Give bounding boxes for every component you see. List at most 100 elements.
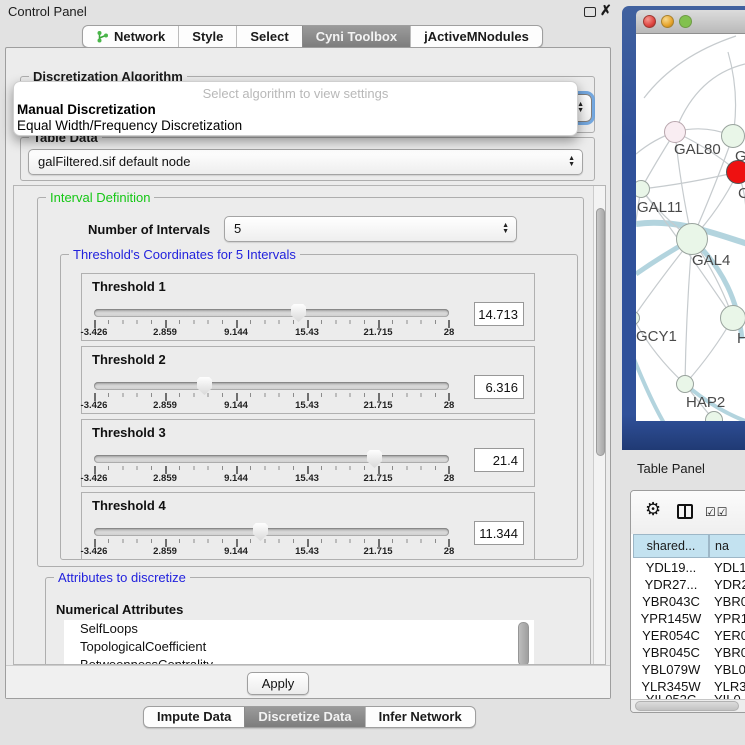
select-columns-icon[interactable]: ☑☑ xyxy=(705,505,729,519)
list-item[interactable]: BetweennessCentrality xyxy=(64,656,534,665)
gear-icon[interactable]: ⚙ xyxy=(645,499,661,520)
numerical-attributes-list: SelfLoops TopologicalCoefficient Between… xyxy=(64,620,534,665)
threshold-coordinates-group: Threshold's Coordinates for 5 Intervals … xyxy=(60,254,578,560)
threshold-3-value-field[interactable]: 21.4 xyxy=(474,448,524,472)
threshold-coordinates-group-title: Threshold's Coordinates for 5 Intervals xyxy=(69,247,300,262)
bottom-tab-bar: Impute Data Discretize Data Infer Networ… xyxy=(143,706,476,728)
number-of-intervals-label: Number of Intervals xyxy=(88,222,210,237)
threshold-4-panel: Threshold 4 -3.4262.8599.14415.4321.7152… xyxy=(81,492,535,560)
tab-discretize-data[interactable]: Discretize Data xyxy=(244,707,364,727)
node-hap2[interactable] xyxy=(676,375,694,393)
threshold-2-value-field[interactable]: 6.316 xyxy=(474,375,524,399)
number-of-intervals-value: 5 xyxy=(234,221,241,236)
interval-definition-group-title: Interval Definition xyxy=(46,190,154,205)
tab-discretize-data-label: Discretize Data xyxy=(258,707,351,727)
table-cell[interactable]: YDR27... xyxy=(633,576,709,593)
table-cell[interactable]: YPR1 xyxy=(714,610,745,627)
node-ga[interactable] xyxy=(721,124,745,148)
threshold-1-value-field[interactable]: 14.713 xyxy=(474,302,524,326)
screenshot-root: Control Panel ✗ Network Style Select Cyn… xyxy=(0,0,745,745)
top-tab-bar: Network Style Select Cyni Toolbox jActiv… xyxy=(82,25,543,48)
settings-scrollpane: Interval Definition Number of Intervals … xyxy=(13,185,606,665)
table-panel: ⚙ ☑☑ shared... na YDL19...YDL1 YDR27...Y… xyxy=(630,490,745,713)
tab-network[interactable]: Network xyxy=(83,26,178,47)
number-of-intervals-combobox[interactable]: 5 ▲▼ xyxy=(224,216,517,242)
table-panel-title: Table Panel xyxy=(637,461,705,476)
zoom-traffic-light-icon[interactable] xyxy=(679,15,692,28)
threshold-1-slider[interactable]: -3.4262.8599.14415.4321.71528 xyxy=(94,274,450,342)
stepper-icon: ▲▼ xyxy=(568,156,575,168)
node-label-gal4: GAL4 xyxy=(692,252,730,269)
tab-cyni-toolbox[interactable]: Cyni Toolbox xyxy=(302,26,410,47)
table-cell[interactable]: YDL19... xyxy=(633,559,709,576)
close-panel-icon[interactable]: ✗ xyxy=(600,2,612,19)
threshold-4-slider[interactable]: -3.4262.8599.14415.4321.71528 xyxy=(94,493,450,561)
table-cell[interactable]: YBR0 xyxy=(714,644,745,661)
list-item[interactable]: TopologicalCoefficient xyxy=(64,638,534,656)
attributes-to-discretize-group: Attributes to discretize Numerical Attri… xyxy=(45,577,591,665)
table-cell[interactable]: YPR145W xyxy=(633,610,709,627)
list-item[interactable]: SelfLoops xyxy=(64,620,534,638)
node-label-ga: GA xyxy=(735,148,745,165)
stepper-icon: ▲▼ xyxy=(577,102,584,114)
node-label-h: H xyxy=(737,330,745,347)
column-header-name[interactable]: na xyxy=(709,534,745,558)
tab-impute-data-label: Impute Data xyxy=(157,707,231,727)
threshold-3-slider[interactable]: -3.4262.8599.14415.4321.71528 xyxy=(94,420,450,488)
numerical-attributes-label: Numerical Attributes xyxy=(56,602,183,617)
tab-jactivemnodules[interactable]: jActiveMNodules xyxy=(410,26,542,47)
table-cell[interactable]: YER054C xyxy=(633,627,709,644)
table-cell[interactable]: YDL1 xyxy=(714,559,745,576)
apply-button[interactable]: Apply xyxy=(247,672,309,695)
tab-infer-network[interactable]: Infer Network xyxy=(365,707,475,727)
threshold-4-value-field[interactable]: 11.344 xyxy=(474,521,524,545)
list-scrollbar-thumb[interactable] xyxy=(518,622,529,665)
minimize-traffic-light-icon[interactable] xyxy=(661,15,674,28)
network-window-titlebar[interactable] xyxy=(636,10,745,34)
node-label-c: C xyxy=(738,185,745,202)
threshold-3-panel: Threshold 3 -3.4262.8599.14415.4321.7152… xyxy=(81,419,535,487)
table-scrollbar-thumb[interactable] xyxy=(635,701,739,711)
slider-track[interactable] xyxy=(94,309,449,317)
table-cell[interactable]: YBR043C xyxy=(633,593,709,610)
slider-track[interactable] xyxy=(94,382,449,390)
slider-ticks xyxy=(94,320,450,329)
settings-scrollbar[interactable] xyxy=(593,186,606,665)
table-data-combobox[interactable]: galFiltered.sif default node ▲▼ xyxy=(28,149,583,175)
threshold-2-slider[interactable]: -3.4262.8599.14415.4321.71528 xyxy=(94,347,450,415)
interval-definition-group: Interval Definition Number of Intervals … xyxy=(37,197,584,567)
settings-scrollbar-thumb[interactable] xyxy=(596,208,605,456)
tab-cyni-toolbox-label: Cyni Toolbox xyxy=(316,26,397,47)
table-toolbar: ⚙ ☑☑ xyxy=(631,491,745,534)
node-gal80[interactable] xyxy=(664,121,686,143)
node-label-hap2: HAP2 xyxy=(686,394,725,411)
tab-select-label: Select xyxy=(250,26,288,47)
dropdown-option-manual-discretization[interactable]: Manual Discretization xyxy=(17,102,156,117)
column-layout-icon[interactable] xyxy=(677,504,693,519)
close-traffic-light-icon[interactable] xyxy=(643,15,656,28)
stepper-icon: ▲▼ xyxy=(502,223,509,235)
column-header-shared-name[interactable]: shared... xyxy=(633,534,709,558)
apply-bar: Apply xyxy=(6,665,610,698)
network-canvas[interactable]: GAL80 GA C GAL11 GAL4 GCY1 H HAP2 xyxy=(636,34,745,421)
node-h[interactable] xyxy=(720,305,745,331)
node-gal4[interactable] xyxy=(676,223,708,255)
tab-jactivemnodules-label: jActiveMNodules xyxy=(424,26,529,47)
slider-track[interactable] xyxy=(94,455,449,463)
float-panel-icon[interactable] xyxy=(584,7,596,17)
table-cell[interactable]: YBL079W xyxy=(633,661,709,678)
tab-impute-data[interactable]: Impute Data xyxy=(144,707,244,727)
tab-style[interactable]: Style xyxy=(178,26,236,47)
slider-ticks xyxy=(94,466,450,475)
tab-select[interactable]: Select xyxy=(236,26,301,47)
threshold-1-panel: Threshold 1 -3.4262.8599.14415.4321.7152… xyxy=(81,273,535,341)
table-cell[interactable]: YBL0 xyxy=(714,661,745,678)
slider-track[interactable] xyxy=(94,528,449,536)
dropdown-option-equal-width-frequency[interactable]: Equal Width/Frequency Discretization xyxy=(17,118,242,133)
table-cell[interactable]: YER0 xyxy=(714,627,745,644)
table-cell[interactable]: YBR045C xyxy=(633,644,709,661)
table-horizontal-scrollbar[interactable] xyxy=(631,699,745,712)
table-cell[interactable]: YDR2 xyxy=(714,576,745,593)
table-cell[interactable]: YBR0 xyxy=(714,593,745,610)
dropdown-hint-option[interactable]: Select algorithm to view settings xyxy=(14,86,577,101)
